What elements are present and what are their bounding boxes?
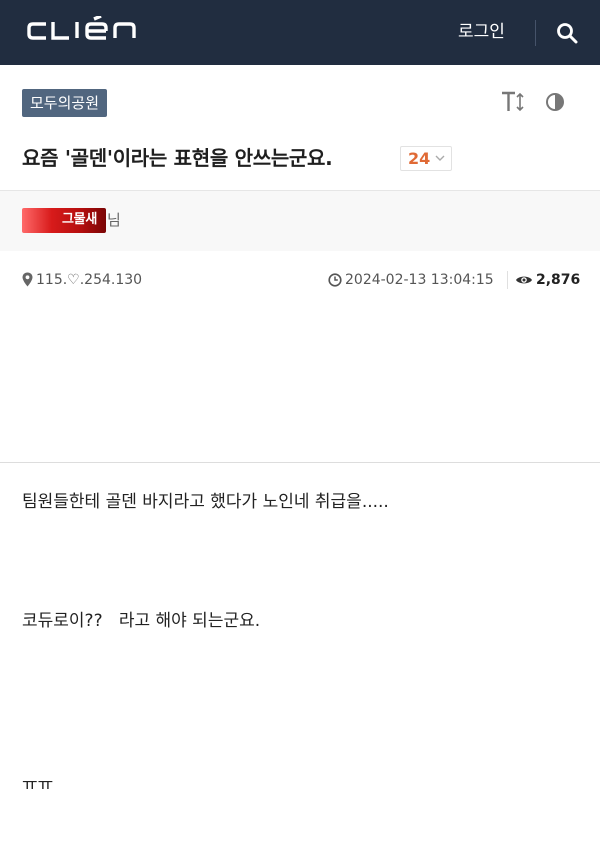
chevron-down-icon (435, 155, 445, 161)
comment-count-badge[interactable]: 24 (400, 146, 452, 171)
author-suffix: 님 (107, 211, 121, 229)
font-size-icon[interactable] (500, 90, 526, 114)
post-body-line: 팀원들한테 골덴 바지라고 했다가 노인네 취급을..... (22, 492, 389, 512)
post-date: 2024-02-13 13:04:15 (345, 272, 494, 288)
contrast-icon[interactable] (545, 92, 565, 112)
clock-icon (328, 273, 342, 287)
post-body-line: ㅠㅠ (22, 775, 54, 795)
meta-divider (507, 271, 508, 289)
board-category-badge[interactable]: 모두의공원 (22, 89, 108, 117)
post-title: 요즘 '골덴'이라는 표현을 안쓰는군요. (22, 146, 333, 170)
author-ip: 115.♡.254.130 (36, 272, 143, 288)
author-nickname: 그물새 (62, 212, 97, 227)
location-pin-icon (22, 272, 33, 287)
eye-icon (516, 276, 532, 284)
clien-logo[interactable] (26, 16, 146, 44)
header-divider (535, 20, 536, 46)
login-link[interactable]: 로그인 (458, 20, 505, 44)
post-body-line: 코듀로이?? 라고 해야 되는군요. (22, 611, 261, 631)
comment-count: 24 (408, 149, 431, 168)
content-divider (0, 462, 600, 463)
top-navigation-bar: 로그인 (0, 0, 600, 65)
view-count: 2,876 (536, 272, 581, 288)
search-icon[interactable] (556, 22, 578, 44)
